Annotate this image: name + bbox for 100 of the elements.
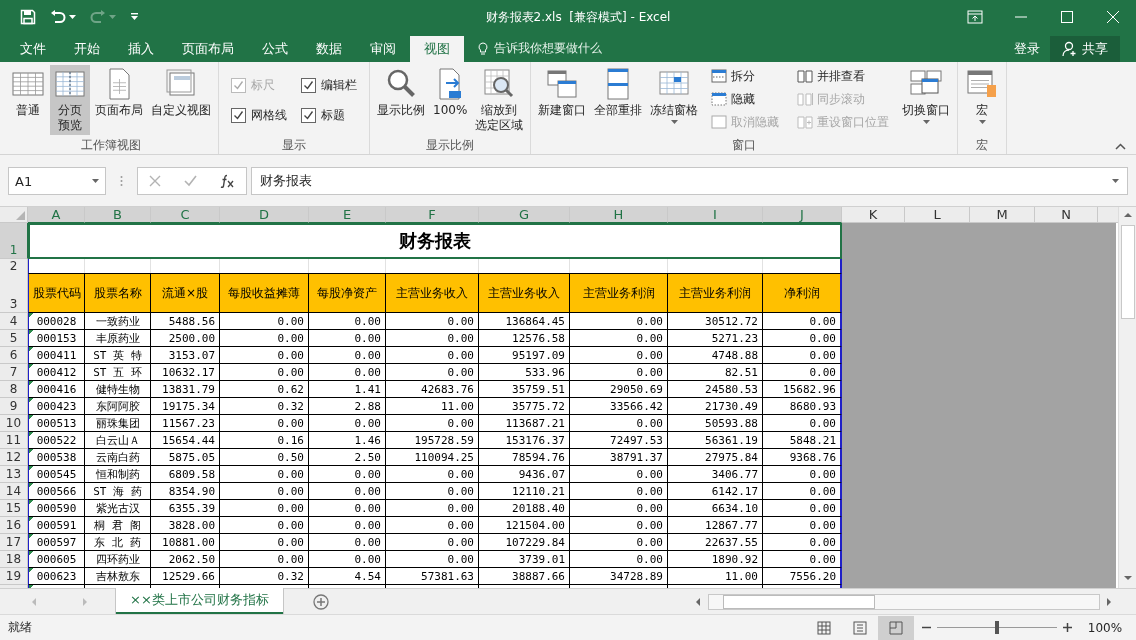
column-header[interactable]: F	[386, 207, 479, 224]
row-header[interactable]: 7	[0, 364, 28, 382]
ribbon-button[interactable]: 显示比例	[374, 64, 428, 129]
column-header[interactable]: K	[842, 207, 905, 224]
column-header[interactable]: A	[28, 207, 85, 224]
row-header[interactable]: 4	[0, 313, 28, 331]
ribbon-tab[interactable]: 视图	[410, 35, 464, 62]
close-icon	[1107, 11, 1119, 23]
slider-thumb[interactable]	[995, 621, 999, 635]
row-header[interactable]: 15	[0, 500, 28, 518]
checkbox[interactable]	[301, 78, 316, 94]
ribbon-button[interactable]: 普通	[8, 64, 48, 129]
name-box[interactable]: A1	[8, 167, 106, 196]
formula-field[interactable]: 财务报表	[251, 167, 1128, 196]
ribbon-tab[interactable]: 插入	[114, 35, 168, 62]
zoom-level[interactable]: 100%	[1082, 620, 1128, 635]
row-header[interactable]: 1	[0, 223, 28, 260]
ribbon-button[interactable]: 冻结窗格	[647, 64, 702, 129]
column-header[interactable]: D	[220, 207, 309, 224]
row-header[interactable]: 14	[0, 483, 28, 501]
column-header[interactable]: B	[85, 207, 151, 224]
table-cell: 0.00	[309, 483, 386, 501]
horizontal-scrollbar[interactable]	[708, 593, 1100, 610]
checkbox[interactable]	[231, 108, 246, 124]
row-header[interactable]: 9	[0, 398, 28, 416]
ribbon-button[interactable]: 分页 预览	[50, 64, 90, 135]
column-header[interactable]: C	[151, 207, 220, 224]
scroll-thumb[interactable]	[723, 594, 875, 609]
tell-me-field[interactable]: 告诉我你想要做什么	[464, 35, 602, 62]
table-cell: 健特生物	[85, 381, 151, 399]
row-header[interactable]: 3	[0, 273, 28, 314]
column-header[interactable]: I	[668, 207, 763, 224]
ribbon-button[interactable]: 新建窗口	[535, 64, 590, 129]
collapse-icon[interactable]	[1115, 143, 1126, 151]
row-header[interactable]: 18	[0, 551, 28, 569]
table-cell: 19175.34	[151, 398, 220, 416]
column-header[interactable]: M	[970, 207, 1035, 224]
table-cell: 0.32	[220, 568, 309, 586]
table-cell: 0.00	[220, 500, 309, 518]
header-cell: 股票代码	[28, 273, 85, 314]
ribbon-button[interactable]: 自定义视图	[148, 64, 214, 129]
ribbon-tab[interactable]: 数据	[302, 35, 356, 62]
row-header[interactable]: 6	[0, 347, 28, 365]
table-cell: 000416	[28, 381, 85, 399]
column-header[interactable]: L	[905, 207, 970, 224]
column-header[interactable]: G	[479, 207, 570, 224]
split-icon	[711, 68, 728, 85]
row-header[interactable]: 13	[0, 466, 28, 484]
view-button[interactable]	[878, 615, 914, 640]
ribbon-tab[interactable]: 页面布局	[168, 35, 248, 62]
table-cell: 云南白药	[85, 449, 151, 467]
row-header[interactable]: 5	[0, 330, 28, 348]
row-header[interactable]: 16	[0, 517, 28, 535]
row-header[interactable]: 10	[0, 415, 28, 433]
table-cell: 0.00	[570, 313, 668, 331]
ribbon-button[interactable]: 切换窗口	[899, 64, 954, 129]
save-button[interactable]	[20, 9, 36, 25]
ribbon-tab[interactable]: 开始	[60, 35, 114, 62]
column-header[interactable]: H	[570, 207, 668, 224]
table-cell: 15654.44	[151, 432, 220, 450]
ribbon-button[interactable]: 100%	[430, 64, 471, 129]
scroll-right-icon[interactable]	[1104, 596, 1114, 607]
table-cell: 0.00	[763, 347, 842, 365]
ribbon-button[interactable]: 隐藏	[709, 87, 782, 111]
table-cell: 0.00	[309, 415, 386, 433]
sheet-tab[interactable]: ××类上市公司财务指标	[116, 588, 283, 615]
column-header[interactable]: J	[763, 207, 842, 224]
ribbon-button[interactable]: 页面布局	[92, 64, 146, 129]
ribbon-tab[interactable]: 文件	[6, 35, 60, 62]
row-header[interactable]: 17	[0, 534, 28, 552]
customize-button[interactable]	[130, 13, 139, 21]
cancel-icon	[149, 175, 162, 188]
row-header[interactable]: 12	[0, 449, 28, 467]
ribbon-tab[interactable]: 公式	[248, 35, 302, 62]
table-cell: 20188.40	[479, 500, 570, 518]
ribbon-button[interactable]: 缩放到 选定区域	[472, 64, 527, 135]
table-cell: 0.00	[309, 534, 386, 552]
undo-button[interactable]	[50, 10, 76, 24]
login-link[interactable]: 登录	[1004, 35, 1050, 62]
zoom-in-icon[interactable]	[1063, 623, 1072, 633]
ribbon-tab[interactable]: 审阅	[356, 35, 410, 62]
checkbox[interactable]	[301, 108, 316, 124]
row-header[interactable]: 8	[0, 381, 28, 399]
ribbon-button[interactable]: 拆分	[709, 64, 782, 88]
ribbon-button[interactable]: 全部重排	[591, 64, 646, 129]
ribbon-button[interactable]: 宏	[962, 64, 1003, 129]
table-cell: 113687.21	[479, 415, 570, 433]
function-button[interactable]	[219, 174, 235, 189]
row-header[interactable]: 19	[0, 568, 28, 586]
share-button[interactable]: 共享	[1050, 35, 1120, 62]
ribbon-button[interactable]: 并排查看	[795, 64, 892, 88]
table-cell: 0.00	[309, 551, 386, 569]
row-header[interactable]: 11	[0, 432, 28, 450]
vertical-scrollbar[interactable]	[1118, 207, 1136, 589]
table-cell: 11567.23	[151, 415, 220, 433]
scroll-thumb[interactable]	[1120, 225, 1135, 320]
table-cell: 6634.10	[668, 500, 763, 518]
column-header[interactable]: N	[1035, 207, 1098, 224]
table-cell: 0.00	[220, 483, 309, 501]
column-header[interactable]: E	[309, 207, 386, 224]
